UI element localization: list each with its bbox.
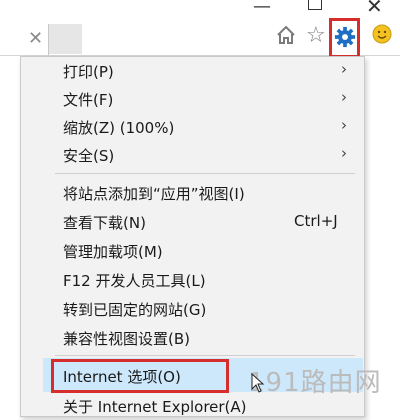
- menu-item-label: 转到已固定的网站(G): [63, 301, 207, 319]
- menu-item-print[interactable]: 打印(P) ›: [21, 57, 364, 85]
- annotation-highlight-box: [51, 359, 229, 393]
- menu-item-add-site-to-apps[interactable]: 将站点添加到“应用”视图(I): [21, 179, 364, 207]
- menu-item-label: 关于 Internet Explorer(A): [63, 398, 247, 416]
- favorites-star-icon[interactable]: ☆: [306, 23, 326, 48]
- menu-item-label: F12 开发人员工具(L): [63, 272, 206, 290]
- chevron-right-icon: ›: [341, 60, 347, 78]
- mouse-cursor-icon: [251, 372, 265, 397]
- feedback-smiley-icon[interactable]: [372, 24, 392, 48]
- menu-item-manage-addons[interactable]: 管理加载项(M): [21, 237, 364, 265]
- close-window-button[interactable]: ✕: [366, 0, 383, 16]
- menu-item-label: 缩放(Z) (100%): [63, 119, 175, 137]
- new-tab-button[interactable]: [49, 24, 82, 54]
- menu-separator: [55, 355, 355, 356]
- tab-close-button[interactable]: ✕: [28, 28, 43, 49]
- menu-item-label: 将站点添加到“应用”视图(I): [63, 185, 245, 203]
- home-icon[interactable]: [275, 24, 297, 50]
- menu-item-label: 管理加载项(M): [63, 243, 163, 261]
- menu-item-zoom[interactable]: 缩放(Z) (100%) ›: [21, 113, 364, 141]
- menu-item-safety[interactable]: 安全(S) ›: [21, 141, 364, 169]
- chevron-right-icon: ›: [341, 144, 347, 162]
- menu-item-shortcut: Ctrl+J: [294, 212, 338, 230]
- menu-item-file[interactable]: 文件(F) ›: [21, 85, 364, 113]
- minimize-button[interactable]: —: [253, 0, 271, 16]
- menu-item-view-downloads[interactable]: 查看下载(N) Ctrl+J: [21, 208, 364, 236]
- menu-item-label: 打印(P): [63, 63, 114, 81]
- menu-separator: [55, 173, 355, 174]
- gear-icon: [334, 26, 356, 52]
- chevron-right-icon: ›: [341, 116, 347, 134]
- menu-item-label: 兼容性视图设置(B): [63, 330, 190, 348]
- site-watermark: 191路由网: [248, 368, 382, 398]
- menu-item-label: 查看下载(N): [63, 214, 146, 232]
- menu-item-pinned-sites[interactable]: 转到已固定的网站(G): [21, 295, 364, 323]
- chevron-right-icon: ›: [341, 88, 347, 106]
- maximize-button[interactable]: [308, 0, 322, 10]
- menu-item-label: 安全(S): [63, 147, 115, 165]
- menu-item-f12-devtools[interactable]: F12 开发人员工具(L): [21, 266, 364, 294]
- menu-item-compatibility-view[interactable]: 兼容性视图设置(B): [21, 324, 364, 352]
- menu-item-label: 文件(F): [63, 91, 114, 109]
- tools-button[interactable]: [329, 18, 360, 58]
